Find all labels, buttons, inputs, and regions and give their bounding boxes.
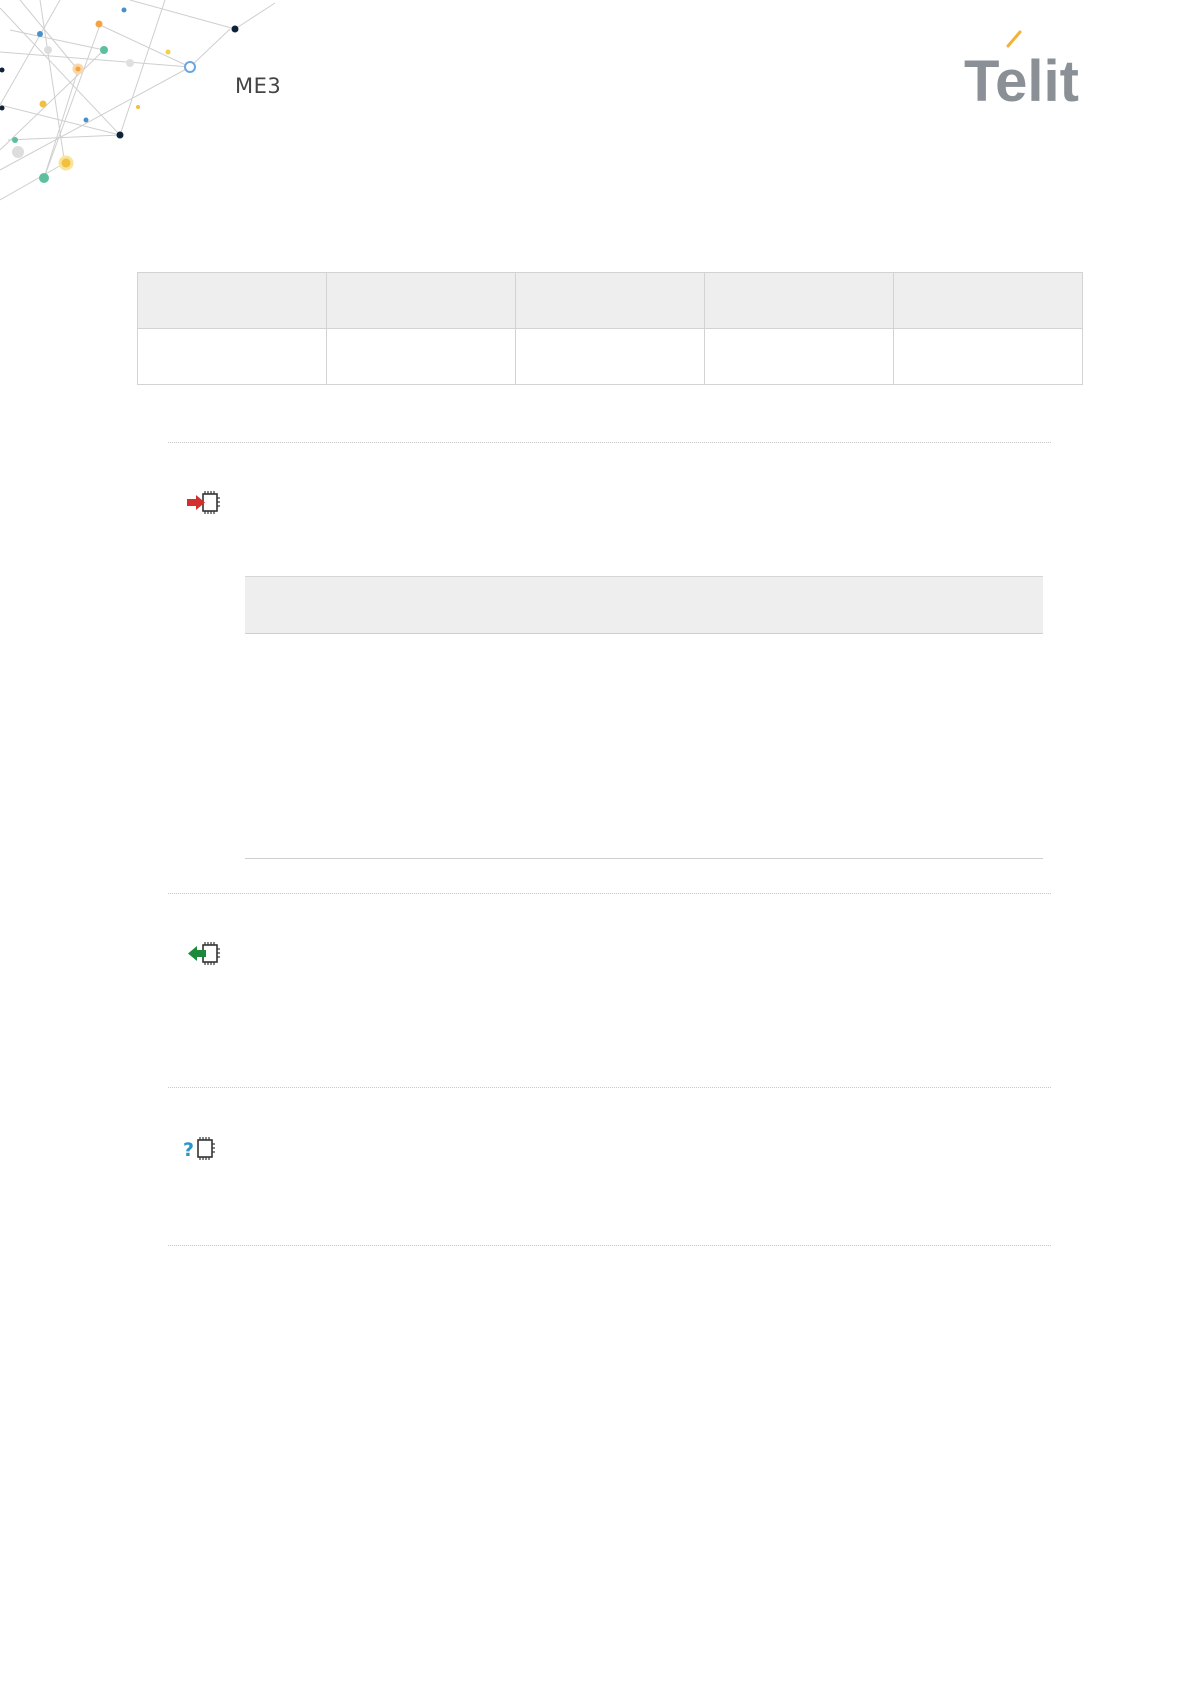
parameter-table-body: [245, 634, 1043, 859]
test-command-icon: ?: [183, 1137, 215, 1161]
info-data-cell: [137, 328, 327, 385]
svg-text:?: ?: [183, 1139, 194, 1161]
svg-text:Telit: Telit: [964, 49, 1079, 108]
section-divider: [168, 442, 1051, 443]
info-header-cell: [326, 272, 516, 329]
info-header-cell: [137, 272, 327, 329]
section-divider: [168, 893, 1051, 894]
command-info-table: [137, 272, 1083, 385]
info-data-cell: [515, 328, 705, 385]
info-data-cell: [326, 328, 516, 385]
network-decoration: [0, 0, 276, 201]
set-command-icon: [187, 491, 220, 514]
info-table-data-row: [137, 328, 1083, 385]
section-divider: [168, 1087, 1051, 1088]
telit-logo: Telit: [964, 30, 1079, 108]
section-divider: [168, 1245, 1051, 1246]
info-data-cell: [704, 328, 894, 385]
parameter-table-header: [245, 576, 1043, 634]
info-header-cell: [893, 272, 1083, 329]
parameter-table: [245, 576, 1043, 859]
info-header-cell: [704, 272, 894, 329]
read-command-icon: [188, 942, 220, 965]
document-title: ME3: [235, 74, 282, 98]
info-data-cell: [893, 328, 1083, 385]
info-table-header-row: [137, 272, 1083, 329]
info-header-cell: [515, 272, 705, 329]
